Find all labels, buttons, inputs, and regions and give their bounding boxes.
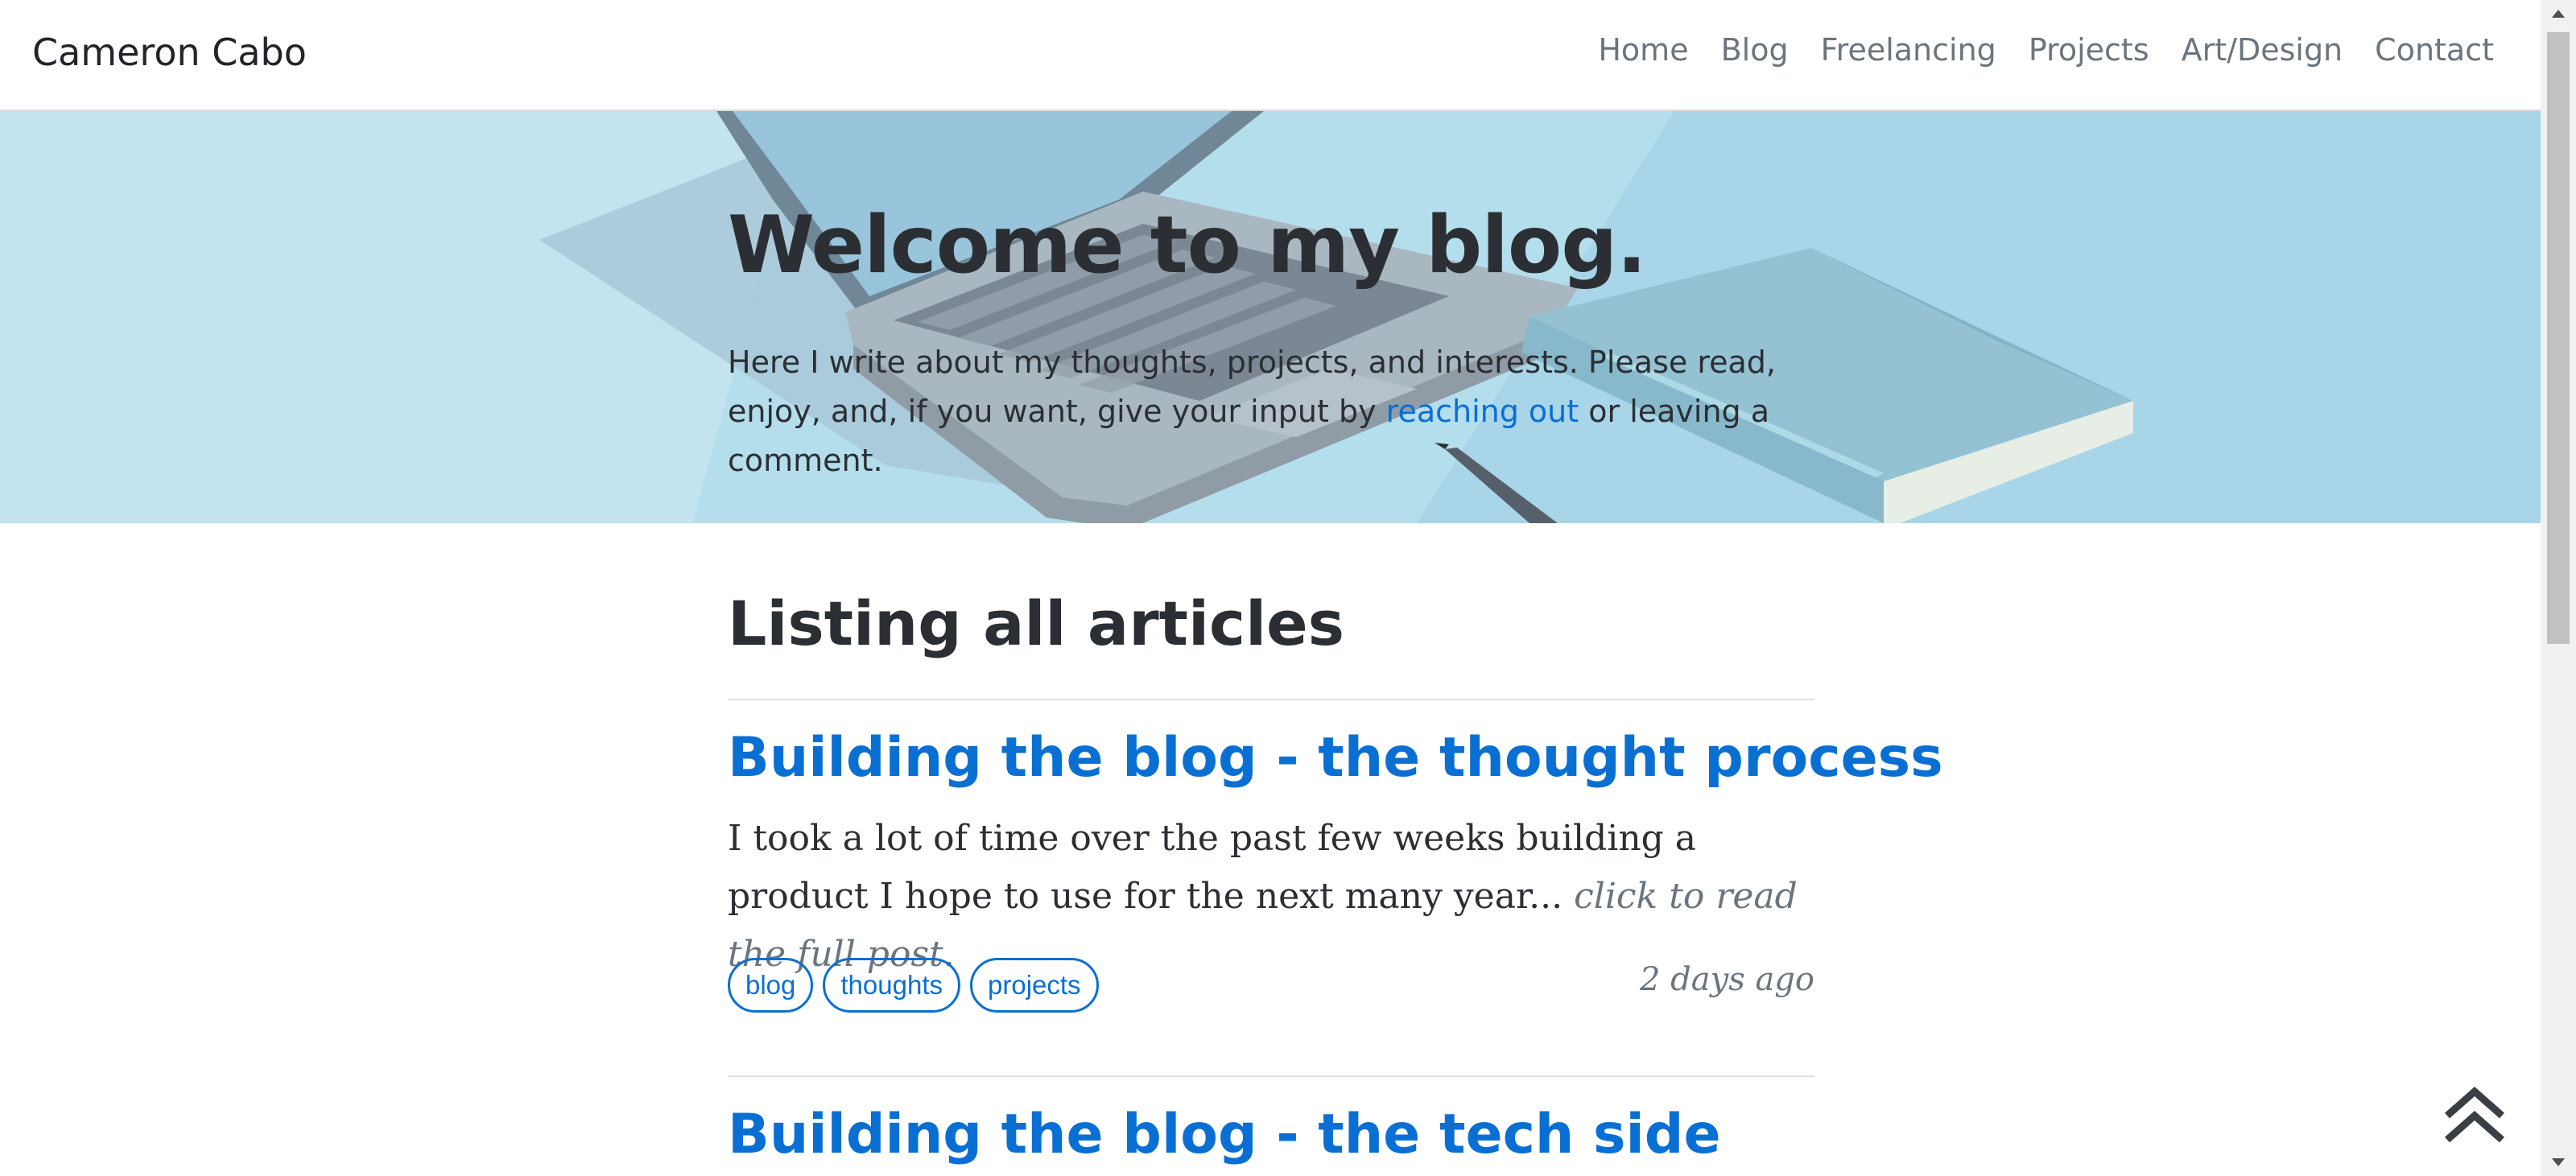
- hero-description: Here I write about my thoughts, projects…: [728, 338, 1814, 485]
- nav-links: Home Blog Freelancing Projects Art/Desig…: [1566, 32, 2494, 68]
- section-title: Listing all articles: [728, 588, 1344, 659]
- tag-thoughts[interactable]: thoughts: [823, 958, 960, 1013]
- hero-banner: Welcome to my blog. Here I write about m…: [0, 111, 2541, 523]
- scroll-to-top-button[interactable]: [2441, 1085, 2508, 1146]
- brand-link[interactable]: Cameron Cabo: [32, 31, 307, 74]
- divider: [728, 699, 1814, 700]
- scroll-down-arrow-icon[interactable]: [2552, 1158, 2565, 1166]
- scroll-up-arrow-icon[interactable]: [2552, 10, 2565, 18]
- scrollbar-thumb[interactable]: [2547, 32, 2570, 644]
- hero-content: Welcome to my blog. Here I write about m…: [728, 200, 1814, 485]
- reaching-out-link[interactable]: reaching out: [1386, 394, 1579, 429]
- article-title-link[interactable]: Building the blog - the thought process: [728, 726, 1943, 790]
- divider: [728, 1075, 1814, 1077]
- nav-link-art-design[interactable]: Art/Design: [2182, 32, 2343, 68]
- article-title-link[interactable]: Building the blog - the tech side: [728, 1103, 1721, 1166]
- nav-link-contact[interactable]: Contact: [2375, 32, 2494, 68]
- tag-list: blog thoughts projects: [728, 958, 1108, 1013]
- nav-link-projects[interactable]: Projects: [2029, 32, 2149, 68]
- nav-link-freelancing[interactable]: Freelancing: [1821, 32, 1996, 68]
- article-date: 2 days ago: [1640, 961, 1814, 998]
- excerpt-text: I took a lot of time over the past few w…: [728, 818, 1697, 917]
- tag-blog[interactable]: blog: [728, 958, 814, 1013]
- scrollbar[interactable]: [2541, 0, 2576, 1176]
- nav-link-blog[interactable]: Blog: [1721, 32, 1789, 68]
- double-chevron-up-icon: [2445, 1086, 2504, 1143]
- tag-projects[interactable]: projects: [970, 958, 1099, 1013]
- nav-link-home[interactable]: Home: [1598, 32, 1688, 68]
- navbar: Cameron Cabo Home Blog Freelancing Proje…: [0, 0, 2541, 111]
- hero-title: Welcome to my blog.: [728, 200, 1647, 291]
